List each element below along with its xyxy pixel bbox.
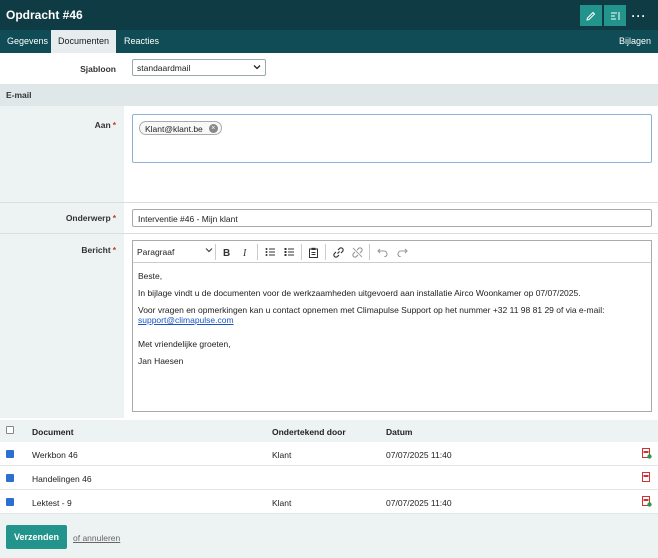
message-line-2: Voor vragen en opmerkingen kan u contact…	[138, 305, 605, 325]
column-header-document: Document	[32, 427, 74, 437]
subject-input[interactable]: Interventie #46 - Mijn klant	[132, 209, 652, 227]
email-section-title: E-mail	[6, 90, 32, 100]
message-line-1: In bijlage vindt u de documenten voor de…	[138, 288, 581, 298]
toolbar-separator	[369, 244, 370, 260]
email-section-header: E-mail	[0, 84, 658, 106]
edit-button[interactable]	[580, 5, 602, 26]
recipient-tag-label: Klant@klant.be	[145, 124, 203, 134]
undo-button[interactable]	[374, 244, 390, 260]
cancel-link[interactable]: of annuleren	[73, 533, 120, 543]
signed-by: Klant	[272, 498, 292, 508]
page-header: Opdracht #46 ···	[0, 0, 658, 30]
toolbar-separator	[257, 244, 258, 260]
editor-toolbar: Paragraaf B I	[133, 241, 651, 263]
row-checkbox[interactable]	[6, 450, 14, 458]
send-button[interactable]: Verzenden	[6, 525, 67, 549]
support-email-link[interactable]: support@climapulse.com	[138, 315, 234, 325]
pencil-icon	[586, 11, 596, 21]
tab-bar: Gegevens Documenten Reacties Bijlagen	[0, 30, 658, 53]
toolbar-separator	[301, 244, 302, 260]
pdf-icon[interactable]	[642, 472, 652, 483]
bullet-list-icon	[265, 248, 275, 256]
numbered-list-icon	[284, 248, 294, 256]
document-date: 07/07/2025 11:40	[386, 450, 452, 460]
page-title: Opdracht #46	[6, 8, 83, 22]
signed-pdf-icon[interactable]	[642, 496, 652, 507]
documents-table-header: Document Ondertekend door Datum	[0, 420, 658, 442]
italic-button[interactable]: I	[237, 244, 253, 260]
column-header-date: Datum	[386, 427, 413, 437]
tab-reacties[interactable]: Reacties	[117, 30, 166, 53]
document-name: Lektest - 9	[32, 498, 72, 508]
to-field[interactable]: Klant@klant.be ×	[132, 114, 652, 163]
tab-documenten[interactable]: Documenten	[51, 30, 117, 53]
divider	[0, 233, 658, 234]
document-name: Handelingen 46	[32, 474, 92, 484]
table-row[interactable]: Werkbon 46 Klant 07/07/2025 11:40	[0, 442, 658, 466]
template-select[interactable]: standaardmail	[132, 59, 266, 76]
bullet-list-button[interactable]	[262, 244, 278, 260]
remove-tag-icon[interactable]: ×	[208, 124, 218, 133]
template-label: Sjabloon	[80, 64, 116, 74]
link-icon	[332, 246, 344, 258]
to-label: Aan *	[94, 120, 116, 130]
bold-icon: B	[223, 248, 230, 257]
signed-pdf-icon[interactable]	[642, 448, 652, 459]
tab-gegevens[interactable]: Gegevens	[0, 30, 55, 53]
label-column	[0, 106, 124, 418]
paste-button[interactable]	[305, 244, 321, 260]
undo-icon	[376, 248, 387, 257]
filter-list-button[interactable]	[604, 5, 626, 26]
unlink-button[interactable]	[349, 244, 365, 260]
toolbar-separator	[215, 244, 216, 260]
header-actions: ···	[580, 5, 650, 26]
row-checkbox[interactable]	[6, 498, 14, 506]
message-editor[interactable]: Paragraaf B I Beste, In bijlage vindt u …	[132, 240, 652, 412]
recipient-tag[interactable]: Klant@klant.be ×	[139, 121, 222, 135]
italic-icon: I	[242, 248, 247, 257]
unlink-icon	[351, 246, 363, 258]
document-name: Werkbon 46	[32, 450, 78, 460]
toolbar-separator	[325, 244, 326, 260]
clipboard-icon	[308, 247, 318, 258]
form-footer: Verzenden of annuleren	[0, 514, 658, 558]
table-row[interactable]: Handelingen 46	[0, 466, 658, 490]
message-greeting: Beste,	[138, 271, 163, 281]
chevron-down-icon	[205, 248, 213, 253]
message-signature: Jan Haesen	[138, 356, 184, 366]
subject-label: Onderwerp *	[65, 213, 116, 223]
link-button[interactable]	[330, 244, 346, 260]
select-all-checkbox[interactable]	[6, 426, 14, 434]
paragraph-format-select[interactable]: Paragraaf	[137, 245, 213, 259]
row-checkbox[interactable]	[6, 474, 14, 482]
numbered-list-button[interactable]	[281, 244, 297, 260]
svg-text:I: I	[242, 248, 247, 257]
column-header-signed-by: Ondertekend door	[272, 427, 346, 437]
template-select-value: standaardmail	[137, 63, 191, 73]
chevron-down-icon	[253, 65, 261, 70]
message-label: Bericht *	[81, 245, 116, 255]
document-date: 07/07/2025 11:40	[386, 498, 452, 508]
editor-content[interactable]: Beste, In bijlage vindt u de documenten …	[138, 271, 643, 373]
redo-icon	[397, 248, 408, 257]
table-row[interactable]: Lektest - 9 Klant 07/07/2025 11:40	[0, 490, 658, 514]
bold-button[interactable]: B	[218, 244, 234, 260]
list-edit-icon	[610, 11, 619, 20]
more-options-button[interactable]: ···	[628, 5, 650, 26]
redo-button[interactable]	[394, 244, 410, 260]
divider	[0, 202, 658, 203]
svg-text:B: B	[223, 248, 230, 257]
message-closing: Met vriendelijke groeten,	[138, 339, 231, 349]
tab-bijlagen[interactable]: Bijlagen	[612, 30, 658, 53]
signed-by: Klant	[272, 450, 292, 460]
